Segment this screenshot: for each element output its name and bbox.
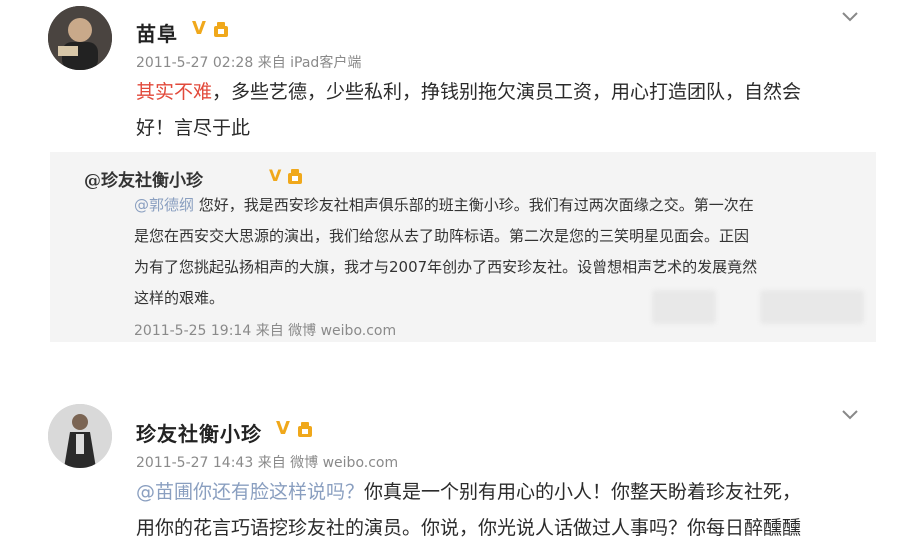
quoted-line-3: 为有了您挑起弘扬相声的大旗，我才与2007年创办了西安珍友社。设曾想相声艺术的发… <box>134 258 758 276</box>
verified-icon: V <box>269 166 282 185</box>
content-line-2: 好！言尽于此 <box>136 117 251 139</box>
post-content: 其实不难，多些艺德，少些私利，挣钱别拖欠演员工资，用心打造团队，自然会 好！言尽… <box>136 74 876 146</box>
author-badges: V <box>276 418 314 439</box>
avatar[interactable] <box>48 404 112 468</box>
mention-link[interactable]: @苗圃你还有脸这样说吗？ <box>136 481 364 503</box>
quoted-author[interactable]: @珍友社衡小珍 <box>84 166 203 191</box>
author-name[interactable]: 苗阜 <box>136 18 178 47</box>
verified-icon: V <box>192 18 206 39</box>
quoted-badges: V <box>269 166 304 185</box>
highlight-text: 其实不难 <box>136 81 213 103</box>
post-content: @苗圃你还有脸这样说吗？你真是一个别有用心的小人！你整天盼着珍友社死， 用你的花… <box>136 474 896 546</box>
post-timestamp[interactable]: 2011-5-27 02:28 <box>136 55 253 71</box>
post-meta: 2011-5-27 02:28 来自 iPad客户端 <box>136 52 361 72</box>
author-badges: V <box>192 18 230 39</box>
content-line-1: 你真是一个别有用心的小人！你整天盼着珍友社死， <box>364 481 802 503</box>
chevron-down-icon[interactable] <box>840 10 860 24</box>
quoted-meta: 2011-5-25 19:14 来自 微博 weibo.com <box>134 320 396 340</box>
content-line-1: ，多些艺德，少些私利，挣钱别拖欠演员工资，用心打造团队，自然会 <box>212 81 802 103</box>
post-timestamp[interactable]: 2011-5-27 14:43 <box>136 455 253 471</box>
avatar[interactable] <box>48 6 112 70</box>
quoted-line-4: 这样的艰难。 <box>134 289 225 307</box>
content-line-2: 用你的花言巧语挖珍友社的演员。你说，你光说人话做过人事吗？你每日醉醺醺 <box>136 517 802 539</box>
quoted-line-2: 是您在西安交大思源的演出，我们给您从去了助阵标语。第二次是您的三笑明星见面会。正… <box>134 227 750 245</box>
quoted-source: 来自 微博 weibo.com <box>255 323 397 339</box>
rank-icon <box>288 168 303 184</box>
author-name[interactable]: 珍友社衡小珍 <box>136 418 262 447</box>
quoted-text: @郭德纲 您好，我是西安珍友社相声俱乐部的班主衡小珍。我们有过两次面缘之交。第一… <box>134 190 866 314</box>
quoted-timestamp[interactable]: 2011-5-25 19:14 <box>134 323 251 339</box>
post-meta: 2011-5-27 14:43 来自 微博 weibo.com <box>136 452 398 472</box>
blurred-action <box>760 290 864 324</box>
rank-icon <box>297 421 312 437</box>
chevron-down-icon[interactable] <box>840 408 860 422</box>
verified-icon: V <box>276 418 290 439</box>
blurred-action <box>652 290 716 324</box>
post-source: 来自 iPad客户端 <box>257 55 362 71</box>
rank-icon <box>213 21 228 37</box>
post-source: 来自 微博 weibo.com <box>257 455 399 471</box>
quoted-line-1: 您好，我是西安珍友社相声俱乐部的班主衡小珍。我们有过两次面缘之交。第一次在 <box>194 196 754 214</box>
mention-link[interactable]: @郭德纲 <box>134 196 194 214</box>
